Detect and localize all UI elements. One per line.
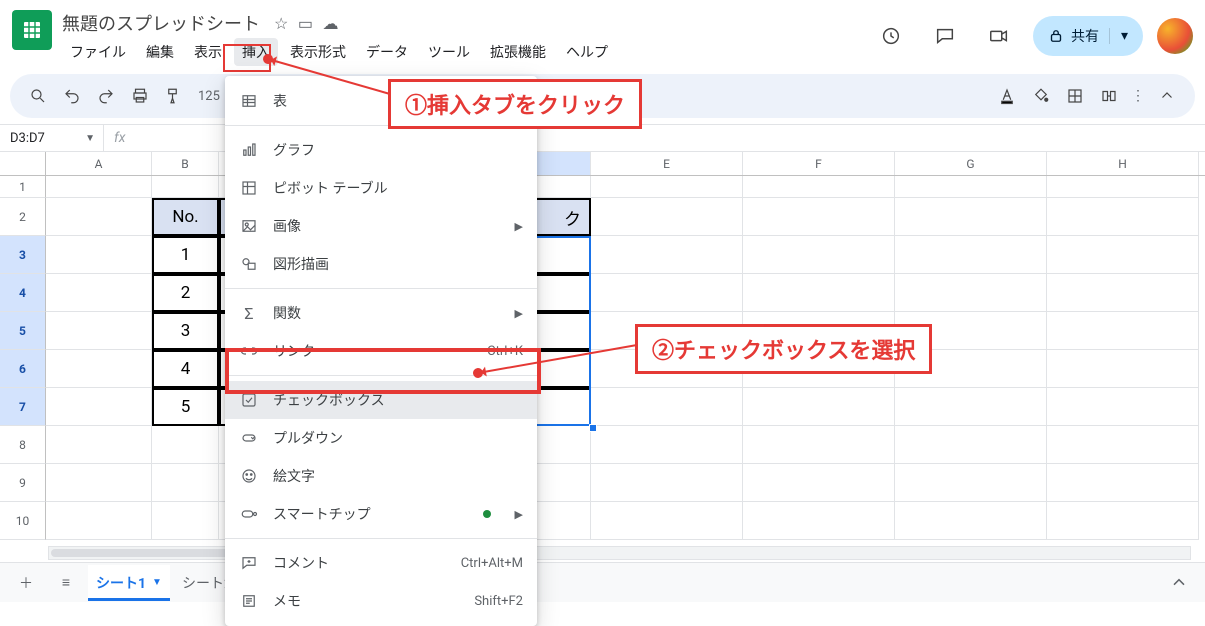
menu-view[interactable]: 表示 xyxy=(186,38,230,66)
history-icon[interactable] xyxy=(871,16,911,56)
submenu-arrow-icon: ▶ xyxy=(515,220,523,233)
avatar[interactable] xyxy=(1157,18,1193,54)
checkbox-icon xyxy=(239,391,259,409)
toolbar-more-icon[interactable]: ⋮ xyxy=(1129,82,1147,110)
menu-item-chart[interactable]: グラフ xyxy=(225,131,537,169)
row-header-1[interactable]: 1 xyxy=(0,176,46,198)
row-header-2[interactable]: 2 xyxy=(0,198,46,236)
selection-handle[interactable] xyxy=(589,424,597,432)
paint-format-icon[interactable] xyxy=(160,82,188,110)
menu-item-image[interactable]: 画像 ▶ xyxy=(225,207,537,245)
drawing-icon xyxy=(239,255,259,273)
emoji-icon xyxy=(239,467,259,485)
table-icon xyxy=(239,92,259,110)
col-header-H[interactable]: H xyxy=(1047,152,1199,175)
col-header-E[interactable]: E xyxy=(591,152,743,175)
new-feature-dot xyxy=(483,510,491,518)
fill-color-icon[interactable] xyxy=(1027,82,1055,110)
menu-item-emoji[interactable]: 絵文字 xyxy=(225,457,537,495)
col-header-A[interactable]: A xyxy=(46,152,152,175)
row-header-9[interactable]: 9 xyxy=(0,464,46,502)
menu-file[interactable]: ファイル xyxy=(62,38,134,66)
insert-menu-dropdown: 表 グラフ ピボット テーブル 画像 ▶ 図形描画 Σ 関数 ▶ リンク Ctr… xyxy=(225,76,537,626)
row-header-7[interactable]: 7 xyxy=(0,388,46,426)
menu-item-note[interactable]: メモ Shift+F2 xyxy=(225,582,537,620)
menu-item-function[interactable]: Σ 関数 ▶ xyxy=(225,294,537,332)
submenu-arrow-icon: ▶ xyxy=(515,508,523,521)
title-bar: 無題のスプレッドシート ☆ ▭ ☁ ファイル 編集 表示 挿入 表示形式 データ… xyxy=(0,0,1205,66)
row-header-10[interactable]: 10 xyxy=(0,502,46,540)
link-icon xyxy=(239,342,259,360)
add-sheet-icon[interactable]: ＋ xyxy=(8,565,44,601)
callout-1: ①挿入タブをクリック xyxy=(388,79,642,129)
menu-bar: ファイル 編集 表示 挿入 表示形式 データ ツール 拡張機能 ヘルプ xyxy=(62,38,616,66)
horizontal-scrollbar[interactable] xyxy=(48,546,1191,560)
collapse-toolbar-icon[interactable] xyxy=(1153,82,1181,110)
sheets-logo[interactable] xyxy=(12,10,52,50)
all-sheets-icon[interactable]: ≡ xyxy=(48,565,84,601)
menu-item-pivot[interactable]: ピボット テーブル xyxy=(225,169,537,207)
row-header-8[interactable]: 8 xyxy=(0,426,46,464)
callout-2: ②チェックボックスを選択 xyxy=(635,324,932,374)
note-icon xyxy=(239,592,259,610)
menu-item-comment[interactable]: コメント Ctrl+Alt+M xyxy=(225,544,537,582)
undo-icon[interactable] xyxy=(58,82,86,110)
chevron-down-icon[interactable]: ▼ xyxy=(85,133,95,144)
chevron-down-icon[interactable]: ▾ xyxy=(1109,28,1133,44)
menu-item-link[interactable]: リンク Ctrl+K xyxy=(225,332,537,370)
row-header-4[interactable]: 4 xyxy=(0,274,46,312)
menu-item-smartchip[interactable]: スマートチップ ▶ xyxy=(225,495,537,533)
fx-icon[interactable]: fx xyxy=(104,130,135,146)
document-title[interactable]: 無題のスプレッドシート xyxy=(62,10,260,36)
explore-icon[interactable] xyxy=(1161,565,1197,601)
comment-plus-icon xyxy=(239,554,259,572)
menu-help[interactable]: ヘルプ xyxy=(558,38,616,66)
submenu-arrow-icon: ▶ xyxy=(515,307,523,320)
row-header-5[interactable]: 5 xyxy=(0,312,46,350)
name-box-value: D3:D7 xyxy=(10,131,45,146)
name-box[interactable]: D3:D7 ▼ xyxy=(0,125,104,151)
menu-tools[interactable]: ツール xyxy=(420,38,478,66)
menu-edit[interactable]: 編集 xyxy=(138,38,182,66)
borders-icon[interactable] xyxy=(1061,82,1089,110)
sheet-tab-1[interactable]: シート1▼ xyxy=(88,565,170,601)
col-header-F[interactable]: F xyxy=(743,152,895,175)
image-icon xyxy=(239,217,259,235)
zoom-value[interactable]: 125 xyxy=(194,89,224,104)
row-header-6[interactable]: 6 xyxy=(0,350,46,388)
sheet-tab-bar: ＋ ≡ シート1▼ シート2▼ シート3▼ xyxy=(0,562,1205,602)
row-header-3[interactable]: 3 xyxy=(0,236,46,274)
share-button[interactable]: 共有 ▾ xyxy=(1033,16,1143,56)
search-icon[interactable] xyxy=(24,82,52,110)
pivot-icon xyxy=(239,179,259,197)
move-icon[interactable]: ▭ xyxy=(298,14,313,33)
menu-item-checkbox[interactable]: チェックボックス xyxy=(225,381,537,419)
redo-icon[interactable] xyxy=(92,82,120,110)
chart-icon xyxy=(239,141,259,159)
comments-icon[interactable] xyxy=(925,16,965,56)
menu-data[interactable]: データ xyxy=(358,38,416,66)
spreadsheet-grid[interactable]: A B C D E F G H 1 2 No. ク 3 1 4 xyxy=(0,152,1205,574)
menu-item-drawing[interactable]: 図形描画 xyxy=(225,245,537,283)
meet-icon[interactable] xyxy=(979,16,1019,56)
select-all-corner[interactable] xyxy=(0,152,46,175)
merge-icon[interactable] xyxy=(1095,82,1123,110)
star-icon[interactable]: ☆ xyxy=(274,14,288,33)
col-header-B[interactable]: B xyxy=(152,152,219,175)
sigma-icon: Σ xyxy=(239,304,259,323)
smartchip-icon xyxy=(239,505,259,523)
chevron-down-icon[interactable]: ▼ xyxy=(152,577,162,588)
col-header-G[interactable]: G xyxy=(895,152,1047,175)
cloud-icon[interactable]: ☁ xyxy=(322,14,338,33)
text-color-icon[interactable] xyxy=(993,82,1021,110)
column-headers: A B C D E F G H xyxy=(0,152,1205,176)
menu-format[interactable]: 表示形式 xyxy=(282,38,354,66)
menu-item-dropdown[interactable]: プルダウン xyxy=(225,419,537,457)
cell-B2[interactable]: No. xyxy=(152,198,219,236)
dropdown-icon xyxy=(239,429,259,447)
menu-extensions[interactable]: 拡張機能 xyxy=(482,38,554,66)
share-label: 共有 xyxy=(1071,26,1099,46)
print-icon[interactable] xyxy=(126,82,154,110)
